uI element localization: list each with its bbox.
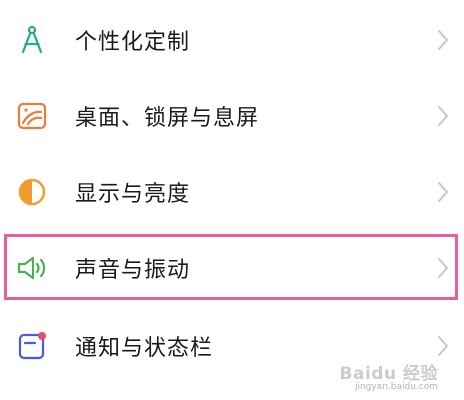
chevron-right-icon — [436, 256, 450, 280]
settings-item-label: 通知与状态栏 — [75, 336, 214, 361]
chevron-right-icon — [436, 334, 450, 358]
settings-item-label: 个性化定制 — [75, 30, 191, 55]
notification-icon — [16, 330, 48, 362]
speaker-icon — [16, 252, 48, 284]
watermark-url: jingyan.baidu.com — [354, 382, 438, 392]
settings-item-sound-vibration[interactable]: 声音与振动 — [0, 230, 464, 306]
chevron-right-icon — [436, 104, 450, 128]
settings-item-label: 桌面、锁屏与息屏 — [75, 106, 260, 131]
settings-item-label: 声音与振动 — [75, 258, 191, 283]
settings-screen: 个性化定制 桌面、锁屏与息屏 显示与亮度 声音与振动 通知与状态栏 Baidu … — [0, 0, 464, 400]
watermark: Baidu 经验 jingyan.baidu.com — [340, 359, 438, 392]
chevron-right-icon — [436, 28, 450, 52]
brightness-icon — [16, 176, 48, 208]
compass-drawing-icon — [16, 24, 48, 56]
settings-item-label: 显示与亮度 — [75, 182, 191, 207]
wallpaper-icon — [16, 100, 48, 132]
settings-item-desktop-lockscreen[interactable]: 桌面、锁屏与息屏 — [0, 78, 464, 154]
settings-item-personalization[interactable]: 个性化定制 — [0, 2, 464, 78]
watermark-brand: Baidu 经验 — [339, 364, 438, 384]
settings-item-display-brightness[interactable]: 显示与亮度 — [0, 154, 464, 230]
chevron-right-icon — [436, 180, 450, 204]
